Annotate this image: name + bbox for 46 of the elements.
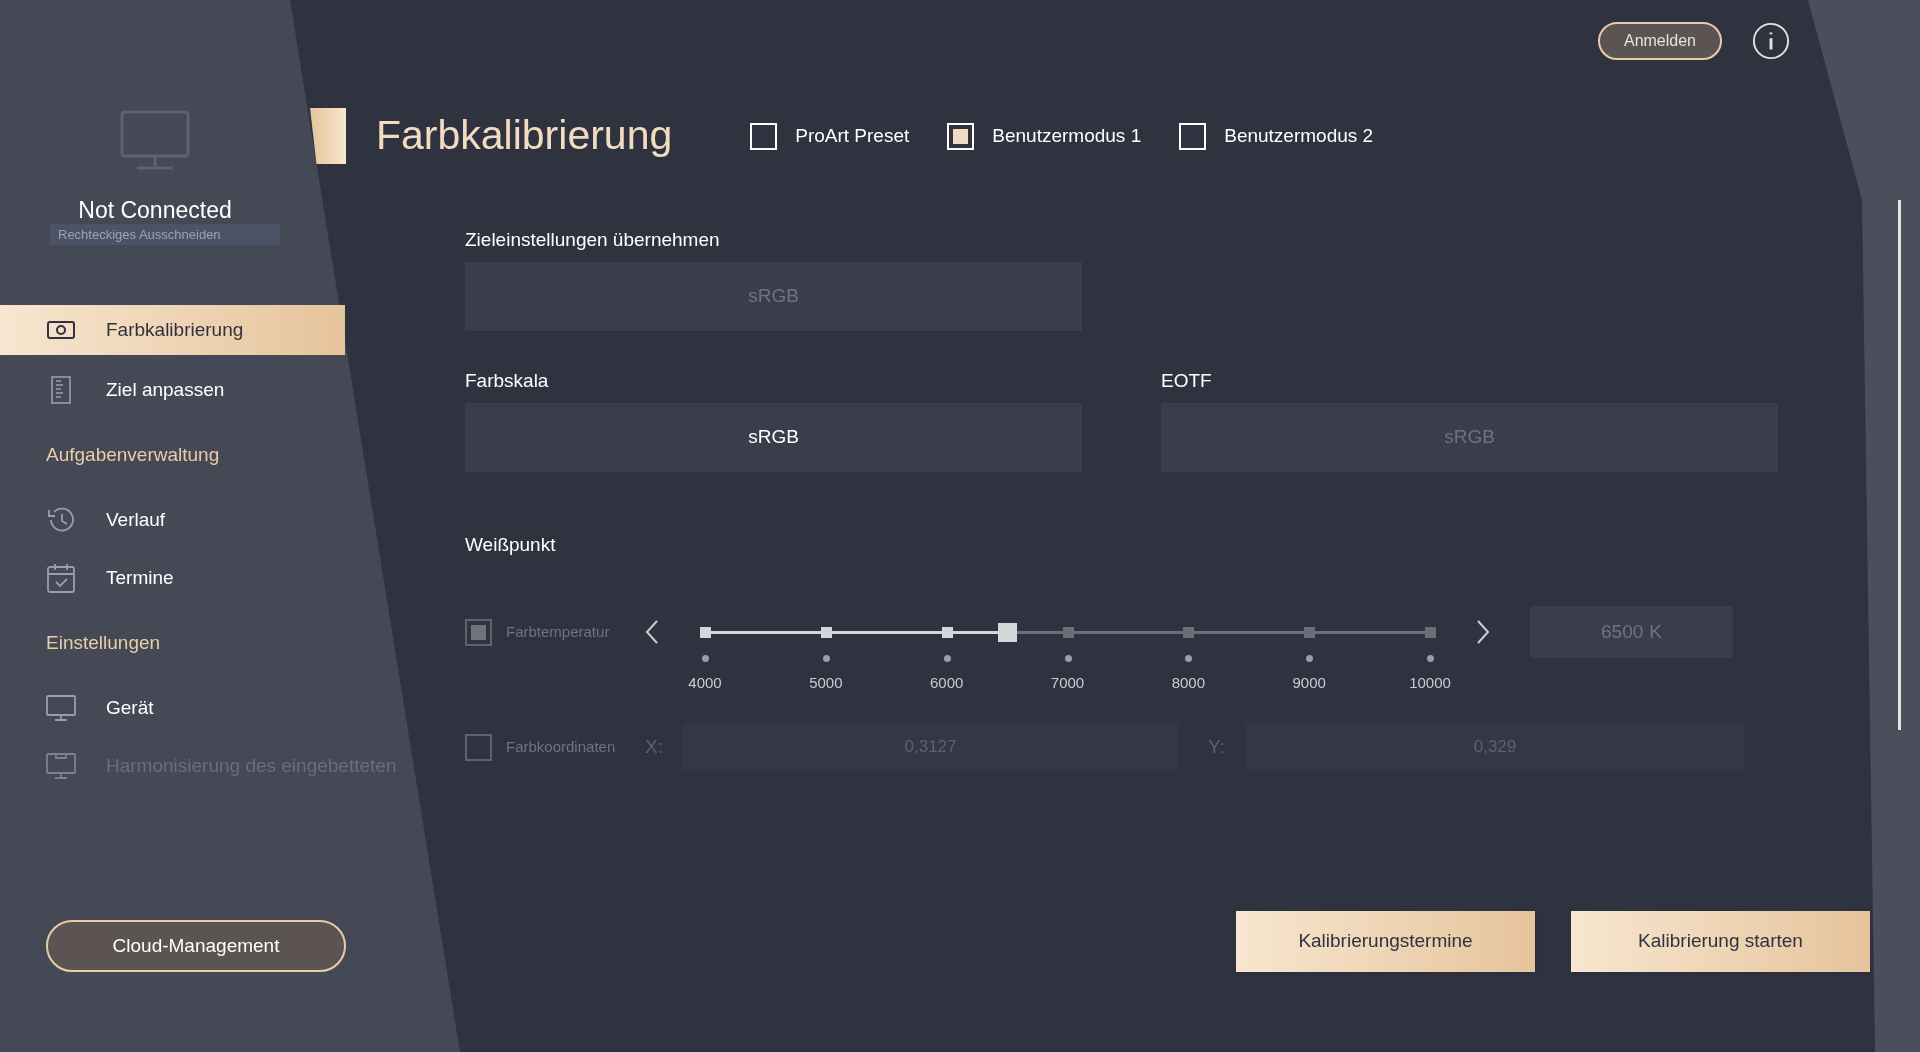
slider-tick <box>1183 627 1195 638</box>
mode-checkbox[interactable]: Benutzermodus 1 <box>947 121 1142 151</box>
monitor-icon <box>120 110 190 172</box>
slider-tick <box>1062 627 1074 638</box>
tooltip: Rechteckiges Ausschneiden <box>50 224 280 245</box>
field-label: EOTF <box>1161 369 1213 391</box>
slider-tick <box>820 627 832 638</box>
tick-label: 7000 <box>1049 673 1086 693</box>
section-header: Aufgabenverwaltung <box>46 442 220 467</box>
tick-label: 9000 <box>1291 673 1327 693</box>
info-icon[interactable] <box>1752 22 1790 60</box>
section-header: Einstellungen <box>46 630 161 655</box>
tick-label: 5000 <box>808 673 844 693</box>
action-button[interactable]: Kalibrierung starten <box>1571 911 1870 972</box>
tick-label: 4000 <box>687 673 723 693</box>
calendar-icon <box>46 563 76 593</box>
device-status: Not Connected <box>78 196 232 224</box>
cloud-management-button[interactable]: Cloud-Management <box>46 920 346 972</box>
field-label: Farbskala <box>465 369 550 391</box>
title-accent <box>310 108 346 164</box>
section-label: Weißpunkt <box>465 533 557 555</box>
sidebar-item[interactable]: Termine <box>0 549 345 607</box>
tick-label: 6000 <box>928 673 965 693</box>
action-button[interactable]: Kalibrierungstermine <box>1236 911 1535 972</box>
camera-icon <box>46 320 76 340</box>
slider-tick <box>1304 627 1316 638</box>
slider-tick <box>941 627 953 638</box>
slider-tick <box>1425 627 1436 638</box>
field-label: Zieleinstellungen übernehmen <box>465 228 721 250</box>
sidebar-item[interactable]: Verlauf <box>0 491 345 549</box>
slider-tick <box>700 627 711 638</box>
sidebar-item[interactable]: Gerät <box>0 679 345 737</box>
tick-label: 8000 <box>1170 673 1206 693</box>
sidebar-item[interactable]: Ziel anpassen <box>0 361 345 419</box>
monitor-icon <box>46 752 76 780</box>
tick-label: 10000 <box>1408 673 1452 693</box>
mode-checkbox[interactable]: Benutzermodus 2 <box>1179 121 1374 151</box>
login-button[interactable]: Anmelden <box>1597 22 1722 60</box>
mode-checkbox[interactable]: ProArt Preset <box>750 121 910 151</box>
slider-thumb[interactable] <box>998 623 1018 642</box>
monitor-icon <box>46 694 76 722</box>
sidebar-item[interactable]: Farbkalibrierung <box>0 305 345 355</box>
page-title: Farbkalibrierung <box>376 111 673 161</box>
history-icon <box>46 506 76 534</box>
scrollbar[interactable] <box>1898 200 1901 730</box>
gamut-dropdown[interactable]: sRGB <box>465 403 1082 472</box>
